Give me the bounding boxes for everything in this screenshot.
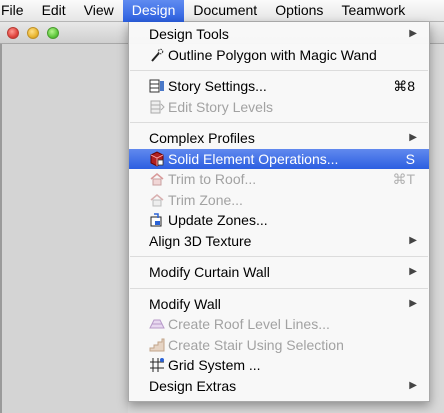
menu-item-create-stair: Create Stair Using Selection <box>129 335 429 356</box>
trim-zone-icon <box>149 192 165 208</box>
menu-item-outline-polygon[interactable]: Outline Polygon with Magic Wand <box>129 45 429 66</box>
submenu-arrow-icon: ▶ <box>409 234 417 246</box>
menu-teamwork[interactable]: Teamwork <box>332 0 414 22</box>
menu-item-label: Grid System ... <box>168 357 261 373</box>
menu-file[interactable]: File <box>0 0 33 22</box>
shortcut-label: ⌘8 <box>393 78 415 94</box>
menu-separator <box>129 283 429 294</box>
menu-item-grid-system[interactable]: Grid System ... <box>129 355 429 376</box>
menu-item-complex-profiles[interactable]: Complex Profiles ▶ <box>129 128 429 149</box>
menu-document[interactable]: Document <box>184 0 266 22</box>
stair-icon <box>149 337 165 353</box>
submenu-arrow-icon: ▶ <box>409 266 417 277</box>
menu-item-label: Edit Story Levels <box>168 98 274 115</box>
menu-item-label: Update Zones... <box>168 212 268 228</box>
menu-item-label: Create Roof Level Lines... <box>168 316 330 332</box>
roof-level-lines-icon <box>149 316 165 332</box>
menu-item-modify-wall[interactable]: Modify Wall ▶ <box>129 294 429 315</box>
menu-item-label: Design Tools <box>149 26 229 42</box>
menu-design[interactable]: Design <box>122 0 185 22</box>
menu-item-label: Outline Polygon with Magic Wand <box>168 46 377 63</box>
menu-separator <box>129 65 429 76</box>
menu-item-edit-story-levels: Edit Story Levels <box>129 97 429 118</box>
submenu-arrow-icon: ▶ <box>409 28 417 39</box>
menu-bar: File Edit View Design Document Options T… <box>0 0 444 22</box>
menu-item-solid-element-operations[interactable]: Solid Element Operations... S <box>129 148 429 169</box>
menu-edit[interactable]: Edit <box>33 0 75 22</box>
menu-item-align-3d-texture[interactable]: Align 3D Texture ▶ <box>129 231 429 252</box>
menu-item-label: Story Settings... <box>168 78 267 94</box>
menu-separator <box>129 251 429 262</box>
design-menu-dropdown: Design Tools ▶ Outline Polygon with Magi… <box>128 22 430 402</box>
menu-view[interactable]: View <box>75 0 123 22</box>
menu-item-label: Trim to Roof... <box>168 171 257 187</box>
menu-item-label: Align 3D Texture <box>149 232 252 249</box>
menu-item-label: Modify Wall <box>149 295 221 312</box>
menu-options[interactable]: Options <box>266 0 332 22</box>
window-left-edge <box>0 44 2 413</box>
menu-item-trim-to-roof: Trim to Roof... ⌘T <box>129 169 429 190</box>
minimize-window-button[interactable] <box>27 27 39 39</box>
menu-item-label: Complex Profiles <box>149 130 255 146</box>
menu-item-design-tools[interactable]: Design Tools ▶ <box>129 24 429 45</box>
story-settings-icon <box>149 78 165 94</box>
menu-item-trim-zone: Trim Zone... <box>129 190 429 211</box>
zoom-window-button[interactable] <box>47 27 59 39</box>
submenu-arrow-icon: ▶ <box>409 379 417 391</box>
menu-item-label: Solid Element Operations... <box>168 150 339 167</box>
menu-item-update-zones[interactable]: Update Zones... <box>129 210 429 231</box>
menu-item-create-roof-level-lines: Create Roof Level Lines... <box>129 314 429 335</box>
story-levels-icon <box>149 99 165 115</box>
trim-roof-icon <box>149 171 165 187</box>
submenu-arrow-icon: ▶ <box>409 132 417 143</box>
submenu-arrow-icon: ▶ <box>409 297 417 309</box>
menu-item-modify-curtain-wall[interactable]: Modify Curtain Wall ▶ <box>129 262 429 283</box>
menu-item-label: Modify Curtain Wall <box>149 264 270 280</box>
menu-item-label: Design Extras <box>149 377 237 394</box>
menu-item-design-extras[interactable]: Design Extras ▶ <box>129 376 429 397</box>
update-zones-icon <box>149 212 165 228</box>
close-window-button[interactable] <box>7 27 19 39</box>
shortcut-label: ⌘T <box>392 171 415 187</box>
menu-item-label: Create Stair Using Selection <box>168 336 344 353</box>
menu-item-label: Trim Zone... <box>168 191 243 208</box>
menu-separator <box>129 117 429 128</box>
menu-item-story-settings[interactable]: Story Settings... ⌘8 <box>129 76 429 97</box>
grid-system-icon <box>149 357 165 373</box>
shortcut-label: S <box>405 150 415 167</box>
window-content <box>0 44 128 413</box>
magic-wand-icon <box>149 47 165 63</box>
solid-element-icon <box>149 150 165 167</box>
